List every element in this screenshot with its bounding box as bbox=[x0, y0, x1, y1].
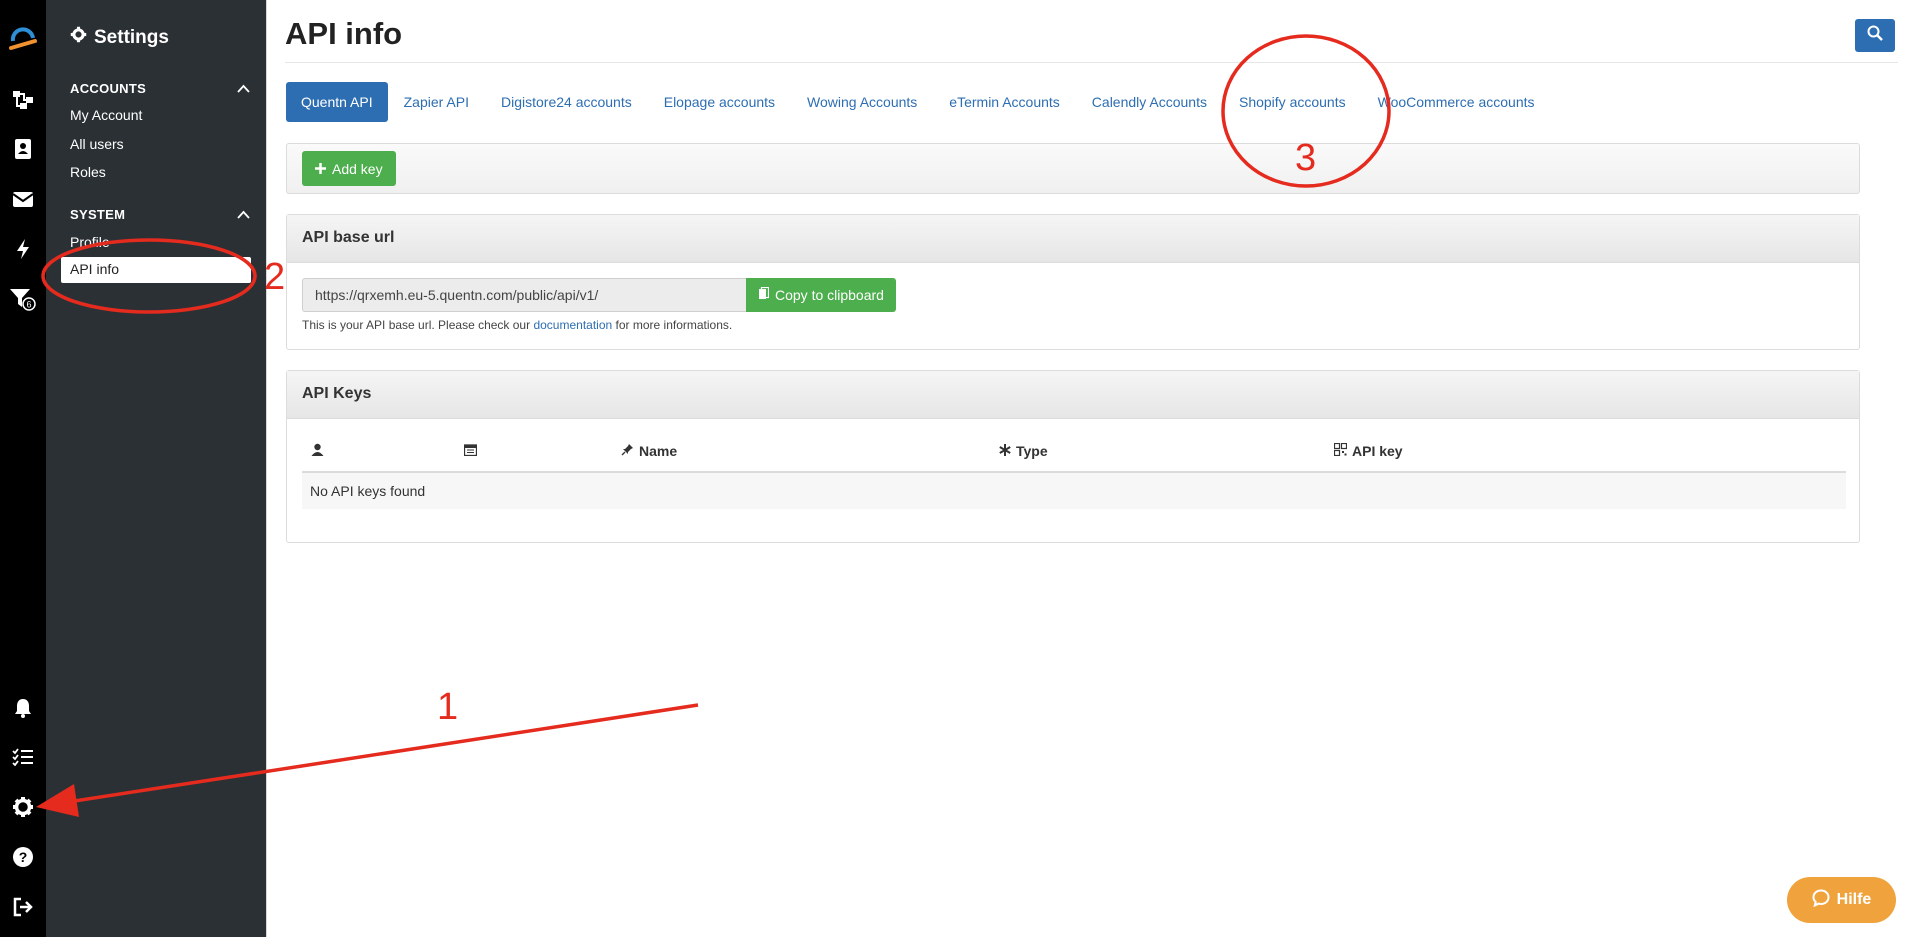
chevron-up-icon[interactable] bbox=[237, 81, 250, 96]
copy-to-clipboard-button[interactable]: Copy to clipboard bbox=[746, 278, 896, 312]
api-tabs: Quentn API Zapier API Digistore24 accoun… bbox=[286, 82, 1551, 122]
app-window: 6 ? Settings ACCOUNTS My Account All use… bbox=[0, 0, 1917, 937]
logo-icon[interactable] bbox=[0, 18, 46, 58]
sidebar-item-api-info[interactable]: API info bbox=[61, 257, 251, 283]
annotation-number-1: 1 bbox=[437, 686, 459, 728]
sidebar-item-profile[interactable]: Profile bbox=[70, 234, 110, 250]
empty-state-row: No API keys found bbox=[302, 473, 1846, 509]
api-base-url-field[interactable]: https://qrxemh.eu-5.quentn.com/public/ap… bbox=[302, 278, 746, 312]
cog-icon bbox=[70, 26, 87, 49]
filter-badge: 6 bbox=[26, 300, 31, 310]
api-keys-panel: API Keys Name Type API key No API keys f… bbox=[286, 370, 1860, 543]
sidebar-item-my-account[interactable]: My Account bbox=[70, 107, 142, 123]
help-chat-button[interactable]: Hilfe bbox=[1787, 877, 1896, 923]
section-accounts[interactable]: ACCOUNTS bbox=[70, 81, 250, 96]
keys-toolbar: Add key bbox=[286, 143, 1860, 194]
tab-elopage-accounts[interactable]: Elopage accounts bbox=[648, 82, 791, 122]
tab-digistore24-accounts[interactable]: Digistore24 accounts bbox=[485, 82, 648, 122]
search-icon bbox=[1867, 25, 1883, 46]
checklist-icon[interactable] bbox=[0, 737, 46, 777]
column-type-label: Type bbox=[1016, 443, 1048, 459]
qrcode-icon bbox=[1333, 442, 1348, 459]
chat-bubble-icon bbox=[1812, 888, 1830, 912]
plus-icon bbox=[315, 161, 326, 177]
sidebar-title: Settings bbox=[70, 26, 169, 49]
column-name-label: Name bbox=[639, 443, 678, 459]
settings-sidebar: Settings ACCOUNTS My Account All users R… bbox=[46, 0, 266, 937]
pin-icon bbox=[621, 443, 634, 459]
calendar-icon bbox=[463, 443, 478, 459]
chevron-up-icon[interactable] bbox=[237, 207, 250, 222]
api-base-url-panel: API base url https://qrxemh.eu-5.quentn.… bbox=[286, 214, 1860, 350]
user-icon bbox=[311, 443, 324, 459]
annotation-number-2: 2 bbox=[264, 256, 286, 298]
mail-icon[interactable] bbox=[0, 179, 46, 219]
api-base-url-hint: This is your API base url. Please check … bbox=[302, 318, 732, 332]
logout-icon[interactable] bbox=[0, 887, 46, 927]
copy-label: Copy to clipboard bbox=[775, 287, 884, 303]
add-key-button[interactable]: Add key bbox=[302, 151, 396, 186]
sidebar-title-label: Settings bbox=[94, 26, 169, 48]
tab-wowing-accounts[interactable]: Wowing Accounts bbox=[791, 82, 933, 122]
sidebar-item-all-users[interactable]: All users bbox=[70, 136, 124, 152]
column-date[interactable] bbox=[463, 443, 478, 459]
clipboard-icon bbox=[758, 286, 770, 303]
svg-text:?: ? bbox=[19, 849, 28, 865]
lightning-icon[interactable] bbox=[0, 229, 46, 269]
asterisk-icon bbox=[999, 443, 1011, 459]
title-divider bbox=[285, 62, 1898, 63]
column-name[interactable]: Name bbox=[621, 443, 677, 459]
tab-zapier-api[interactable]: Zapier API bbox=[388, 82, 485, 122]
bell-icon[interactable] bbox=[0, 688, 46, 728]
gear-icon[interactable] bbox=[0, 787, 46, 827]
page-title: API info bbox=[285, 16, 403, 51]
icon-rail: 6 ? bbox=[0, 0, 46, 937]
hint-text-before: This is your API base url. Please check … bbox=[302, 318, 534, 332]
column-api-key[interactable]: API key bbox=[1333, 442, 1403, 459]
api-keys-heading: API Keys bbox=[287, 371, 1859, 419]
tab-shopify-accounts[interactable]: Shopify accounts bbox=[1223, 82, 1362, 122]
filter-icon[interactable]: 6 bbox=[0, 279, 46, 319]
hint-text-after: for more informations. bbox=[612, 318, 733, 332]
contacts-icon[interactable] bbox=[0, 129, 46, 169]
tab-woocommerce-accounts[interactable]: WooCommerce accounts bbox=[1362, 82, 1551, 122]
documentation-link[interactable]: documentation bbox=[533, 318, 612, 332]
sidebar-item-roles[interactable]: Roles bbox=[70, 164, 106, 180]
flow-icon[interactable] bbox=[0, 80, 46, 120]
api-base-url-heading: API base url bbox=[287, 215, 1859, 263]
tab-quentn-api[interactable]: Quentn API bbox=[286, 82, 388, 122]
help-chat-label: Hilfe bbox=[1836, 891, 1872, 908]
tab-etermin-accounts[interactable]: eTermin Accounts bbox=[933, 82, 1076, 122]
section-system[interactable]: SYSTEM bbox=[70, 207, 250, 222]
column-type[interactable]: Type bbox=[999, 443, 1048, 459]
help-icon[interactable]: ? bbox=[0, 837, 46, 877]
column-api-key-label: API key bbox=[1352, 443, 1403, 459]
section-accounts-label: ACCOUNTS bbox=[70, 81, 147, 96]
section-system-label: SYSTEM bbox=[70, 207, 126, 222]
tab-calendly-accounts[interactable]: Calendly Accounts bbox=[1076, 82, 1223, 122]
sidebar-divider bbox=[266, 0, 267, 937]
column-user[interactable] bbox=[311, 443, 324, 459]
annotation-number-3: 3 bbox=[1295, 137, 1317, 179]
add-key-label: Add key bbox=[332, 160, 383, 177]
search-button[interactable] bbox=[1855, 19, 1895, 52]
